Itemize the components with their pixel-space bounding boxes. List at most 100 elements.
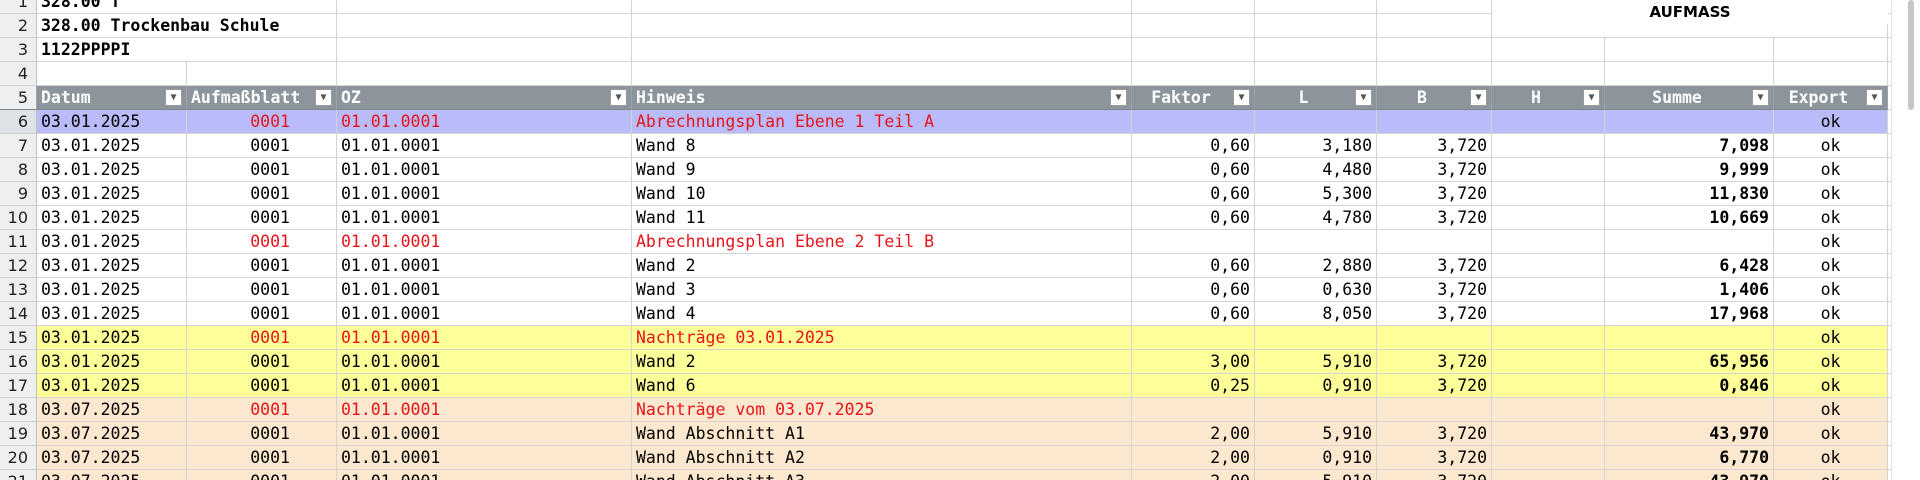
cell-l[interactable]: 5,910 <box>1255 422 1377 446</box>
vertical-scrollbar[interactable] <box>1891 0 1920 480</box>
filter-dropdown-icon[interactable]: ▼ <box>610 89 627 106</box>
cell-hinweis[interactable]: Wand 11 <box>632 206 1132 230</box>
cell-faktor[interactable]: 2,00 <box>1132 446 1255 470</box>
cell-export[interactable]: ok <box>1774 350 1888 374</box>
cell-hinweis[interactable]: Nachträge vom 03.07.2025 <box>632 398 1132 422</box>
cell-h[interactable] <box>1492 230 1605 254</box>
cell-oz[interactable]: 01.01.0001 <box>337 326 632 350</box>
column-header-oz[interactable]: OZ ▼ <box>337 86 632 110</box>
row-number[interactable]: 1 <box>0 0 37 14</box>
cell-summe[interactable] <box>1605 110 1774 134</box>
cell-b[interactable]: 3,720 <box>1377 158 1492 182</box>
scrollbar-thumb[interactable] <box>1908 0 1914 110</box>
cell-oz[interactable]: 01.01.0001 <box>337 182 632 206</box>
row-number[interactable]: 15 <box>0 326 37 350</box>
row-number[interactable]: 12 <box>0 254 37 278</box>
cell-faktor[interactable]: 0,60 <box>1132 158 1255 182</box>
cell-l[interactable]: 3,180 <box>1255 134 1377 158</box>
cell-summe[interactable] <box>1605 230 1774 254</box>
cell-datum[interactable]: 03.01.2025 <box>37 350 187 374</box>
cell-hinweis[interactable]: Wand 8 <box>632 134 1132 158</box>
column-header-h[interactable]: H ▼ <box>1492 86 1605 110</box>
cell-oz[interactable]: 01.01.0001 <box>337 230 632 254</box>
cell-export[interactable]: ok <box>1774 182 1888 206</box>
cell-l[interactable] <box>1255 398 1377 422</box>
cell-h[interactable] <box>1492 350 1605 374</box>
cell-faktor[interactable]: 3,00 <box>1132 350 1255 374</box>
cell-faktor[interactable]: 0,60 <box>1132 206 1255 230</box>
cell-summe[interactable]: 7,098 <box>1605 134 1774 158</box>
cell-l[interactable] <box>1255 230 1377 254</box>
cell-faktor[interactable]: 0,60 <box>1132 302 1255 326</box>
cell-l[interactable]: 5,910 <box>1255 470 1377 480</box>
cell-b[interactable]: 3,720 <box>1377 470 1492 480</box>
row-number[interactable]: 17 <box>0 374 37 398</box>
table-row[interactable]: 8 03.01.2025 0001 01.01.0001 Wand 9 0,60 4,480… <box>0 158 1920 182</box>
cell-h[interactable] <box>1492 302 1605 326</box>
cell-export[interactable]: ok <box>1774 302 1888 326</box>
cell-summe[interactable]: 65,956 <box>1605 350 1774 374</box>
cell-hinweis[interactable]: Abrechnungsplan Ebene 1 Teil A <box>632 110 1132 134</box>
cell-summe[interactable]: 6,428 <box>1605 254 1774 278</box>
row-number[interactable]: 16 <box>0 350 37 374</box>
cell-summe[interactable] <box>1605 398 1774 422</box>
cell-b[interactable]: 3,720 <box>1377 206 1492 230</box>
cell-hinweis[interactable]: Wand 3 <box>632 278 1132 302</box>
cell-b[interactable]: 3,720 <box>1377 422 1492 446</box>
column-header-datum[interactable]: Datum ▼ <box>37 86 187 110</box>
cell-datum[interactable]: 03.07.2025 <box>37 398 187 422</box>
cell-h[interactable] <box>1492 206 1605 230</box>
cell-hinweis[interactable]: Wand Abschnitt A3 <box>632 470 1132 480</box>
cell-export[interactable]: ok <box>1774 206 1888 230</box>
cell-b[interactable]: 3,720 <box>1377 374 1492 398</box>
cell-faktor[interactable] <box>1132 230 1255 254</box>
cell-oz[interactable]: 01.01.0001 <box>337 110 632 134</box>
row-number[interactable]: 19 <box>0 422 37 446</box>
cell-export[interactable]: ok <box>1774 422 1888 446</box>
cell-faktor[interactable]: 0,25 <box>1132 374 1255 398</box>
row-number[interactable]: 13 <box>0 278 37 302</box>
column-header-summe[interactable]: Summe ▼ <box>1605 86 1774 110</box>
cell-export[interactable]: ok <box>1774 134 1888 158</box>
cell-summe[interactable]: 43,970 <box>1605 422 1774 446</box>
cell-b[interactable]: 3,720 <box>1377 254 1492 278</box>
cell-oz[interactable]: 01.01.0001 <box>337 470 632 480</box>
column-header-hinweis[interactable]: Hinweis ▼ <box>632 86 1132 110</box>
filter-dropdown-icon[interactable]: ▼ <box>1355 89 1372 106</box>
row-number[interactable]: 11 <box>0 230 37 254</box>
cell-oz[interactable]: 01.01.0001 <box>337 398 632 422</box>
table-row[interactable]: 11 03.01.2025 0001 01.01.0001 Abrechnungspla… <box>0 230 1920 254</box>
cell-h[interactable] <box>1492 374 1605 398</box>
cell-hinweis[interactable]: Wand 6 <box>632 374 1132 398</box>
cell-h[interactable] <box>1492 422 1605 446</box>
cell-blatt[interactable]: 0001 <box>187 134 337 158</box>
cell-blatt[interactable]: 0001 <box>187 398 337 422</box>
cell-summe[interactable]: 1,406 <box>1605 278 1774 302</box>
cell-export[interactable]: ok <box>1774 326 1888 350</box>
cell-hinweis[interactable]: Wand Abschnitt A1 <box>632 422 1132 446</box>
cell-oz[interactable]: 01.01.0001 <box>337 350 632 374</box>
table-row[interactable]: 9 03.01.2025 0001 01.01.0001 Wand 10 0,60 5,30… <box>0 182 1920 206</box>
cell-summe[interactable]: 6,770 <box>1605 446 1774 470</box>
cell-b[interactable] <box>1377 398 1492 422</box>
cell-faktor[interactable] <box>1132 110 1255 134</box>
cell-h[interactable] <box>1492 158 1605 182</box>
cell-datum[interactable]: 03.07.2025 <box>37 470 187 480</box>
table-row[interactable]: 2103.07.2025000101.01.0001Wand Abschnitt… <box>0 470 1920 480</box>
cell-faktor[interactable]: 0,60 <box>1132 254 1255 278</box>
filter-dropdown-icon[interactable]: ▼ <box>1470 89 1487 106</box>
filter-dropdown-icon[interactable]: ▼ <box>1866 89 1883 106</box>
table-row[interactable]: 14 03.01.2025 0001 01.01.0001 Wand 4 0,60 8,05… <box>0 302 1920 326</box>
cell-hinweis[interactable]: Wand 10 <box>632 182 1132 206</box>
table-row[interactable]: 18 03.07.2025 0001 01.01.0001 Nachträge vom … <box>0 398 1920 422</box>
cell-l[interactable]: 5,910 <box>1255 350 1377 374</box>
cell-oz[interactable]: 01.01.0001 <box>337 206 632 230</box>
cell-datum[interactable]: 03.01.2025 <box>37 302 187 326</box>
cell-h[interactable] <box>1492 134 1605 158</box>
table-row[interactable]: 13 03.01.2025 0001 01.01.0001 Wand 3 0,60 0,63… <box>0 278 1920 302</box>
cell-oz[interactable]: 01.01.0001 <box>337 446 632 470</box>
cell-b[interactable]: 3,720 <box>1377 302 1492 326</box>
cell-faktor[interactable]: 2,00 <box>1132 470 1255 480</box>
cell-blatt[interactable]: 0001 <box>187 230 337 254</box>
cell-datum[interactable]: 03.01.2025 <box>37 134 187 158</box>
